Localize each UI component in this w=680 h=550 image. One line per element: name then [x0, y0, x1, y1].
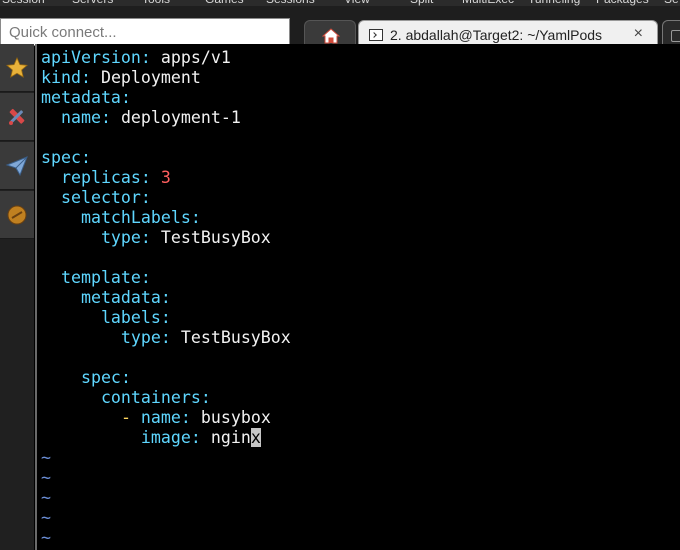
editor-token: labels	[41, 308, 161, 327]
editor-line: ~	[41, 488, 291, 508]
editor-line: metadata:	[41, 288, 291, 308]
tab-bar: 2. abdallah@Target2: ~/YamlPods ×	[0, 6, 680, 50]
left-sidebar	[0, 44, 34, 550]
star-icon	[6, 57, 28, 78]
sidebar-tools-button[interactable]	[0, 93, 34, 141]
terminal-view[interactable]: apiVersion: apps/v1 kind: Deployment metad…	[37, 44, 680, 550]
editor-token: :	[190, 428, 211, 447]
tools-icon	[9, 108, 25, 125]
editor-token: template	[41, 268, 141, 287]
editor-token: apps/v1	[160, 48, 231, 67]
home-icon	[322, 28, 340, 44]
editor-token: :	[140, 48, 161, 67]
editor-line: matchLabels:	[41, 208, 291, 228]
editor-token: name	[140, 408, 181, 427]
editor-token: :	[120, 88, 131, 107]
editor-token: Deployment	[100, 68, 201, 87]
editor-token: replicas	[41, 168, 141, 187]
editor-line: ~	[41, 528, 291, 548]
editor-token: selector	[41, 188, 141, 207]
editor-token: -	[120, 408, 141, 427]
editor-token: name	[41, 108, 101, 127]
editor-token: :	[100, 108, 121, 127]
editor-token: TestBusyBox	[180, 328, 291, 347]
editor-token: :	[80, 68, 101, 87]
empty-line-tilde: ~	[41, 488, 51, 507]
editor-token: :	[160, 328, 181, 347]
editor-token: :	[140, 168, 161, 187]
editor-token: type	[41, 228, 141, 247]
editor-line: replicas: 3	[41, 168, 291, 188]
empty-line-tilde: ~	[41, 448, 51, 467]
editor-token: metadata	[41, 88, 121, 107]
editor-token: type	[41, 328, 161, 347]
sidebar-macro-button[interactable]	[0, 191, 34, 239]
editor-token: ngin	[210, 428, 251, 447]
editor-token: 3	[160, 168, 171, 187]
editor-line: labels:	[41, 308, 291, 328]
editor-token: :	[180, 408, 201, 427]
editor-token: :	[200, 388, 211, 407]
editor-token: busybox	[200, 408, 271, 427]
editor-line: metadata:	[41, 88, 291, 108]
editor-token: deployment-1	[120, 108, 241, 127]
editor-line: spec:	[41, 148, 291, 168]
editor-line: image: nginx	[41, 428, 291, 448]
editor-line: apiVersion: apps/v1	[41, 48, 291, 68]
editor-line: containers:	[41, 388, 291, 408]
editor-token: :	[160, 288, 171, 307]
editor-line: ~	[41, 468, 291, 488]
editor-token: :	[140, 268, 151, 287]
editor-line: template:	[41, 268, 291, 288]
editor-token: metadata	[41, 288, 161, 307]
empty-line-tilde: ~	[41, 468, 51, 487]
editor-token: spec	[41, 148, 81, 167]
send-icon	[5, 156, 28, 177]
editor-line: kind: Deployment	[41, 68, 291, 88]
editor-token: image	[41, 428, 191, 447]
sidebar-favorites-button[interactable]	[0, 44, 34, 92]
text-cursor: x	[250, 428, 261, 447]
empty-line-tilde: ~	[41, 508, 51, 527]
editor-token: matchLabels	[41, 208, 191, 227]
editor-token: kind	[41, 68, 81, 87]
tab-close-icon[interactable]: ×	[634, 25, 643, 43]
editor-token: :	[160, 308, 171, 327]
editor-line: ~	[41, 508, 291, 528]
editor-line: name: deployment-1	[41, 108, 291, 128]
editor-line: spec:	[41, 368, 291, 388]
empty-line-tilde: ~	[41, 528, 51, 547]
tab-label: 2. abdallah@Target2: ~/YamlPods	[390, 27, 603, 43]
editor-line: ~	[41, 448, 291, 468]
editor-token	[41, 408, 121, 427]
sidebar-send-button[interactable]	[0, 142, 34, 190]
editor-token: :	[80, 148, 91, 167]
macro-icon	[7, 205, 27, 225]
editor-token: :	[140, 188, 151, 207]
editor-token: :	[120, 368, 131, 387]
editor-token: :	[190, 208, 201, 227]
editor-token: apiVersion	[41, 48, 141, 67]
vim-editor[interactable]: apiVersion: apps/v1 kind: Deployment metad…	[41, 48, 291, 548]
editor-line: type: TestBusyBox	[41, 228, 291, 248]
editor-token: :	[140, 228, 161, 247]
quick-connect-input[interactable]	[0, 18, 290, 46]
editor-line: selector:	[41, 188, 291, 208]
editor-line: - name: busybox	[41, 408, 291, 428]
editor-line: type: TestBusyBox	[41, 328, 291, 348]
editor-token: containers	[41, 388, 201, 407]
editor-token: TestBusyBox	[160, 228, 271, 247]
terminal-icon	[369, 29, 383, 41]
editor-token: spec	[41, 368, 121, 387]
